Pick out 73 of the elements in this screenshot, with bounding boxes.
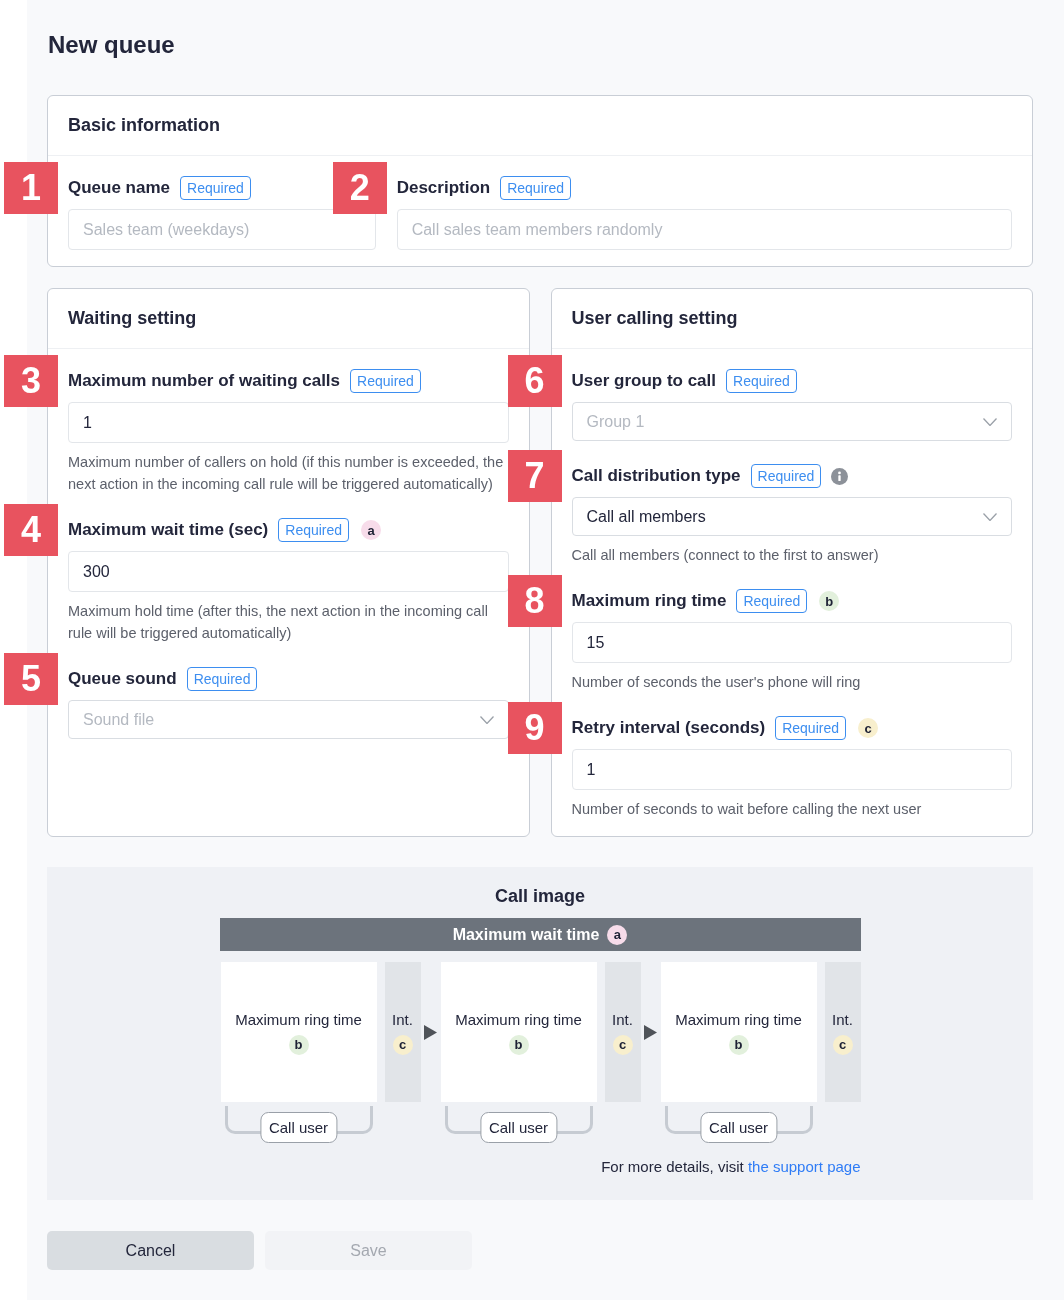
input-field[interactable]: 1	[68, 402, 509, 443]
required-tag: Required	[180, 176, 251, 200]
help-text: Call all members (connect to the first to answer)	[571, 546, 880, 565]
annotation-number: 1	[4, 162, 58, 214]
required-tag: Required	[736, 589, 808, 613]
annotation-number: 2	[332, 162, 387, 214]
triangle-arrow-icon	[423, 1024, 437, 1040]
required-tag: Required	[350, 369, 421, 393]
help-text: Maximum number of callers on hold (if this number is exceeded, the next action in the incoming call rule will be triggered automatically)	[68, 453, 505, 494]
annotation-number: 9	[507, 702, 562, 754]
help-text: Number of seconds the user's phone will ring	[571, 673, 862, 692]
required-tag: Required	[775, 716, 846, 740]
legend-marker: a	[361, 520, 382, 540]
legend-marker: b	[508, 1034, 529, 1055]
block-label: Int.	[832, 1009, 853, 1030]
legend-marker: b	[819, 591, 840, 611]
legend-marker: c	[858, 718, 878, 738]
annotation-number: 7	[507, 450, 562, 502]
support-link[interactable]: the support page	[747, 1158, 861, 1175]
section-title: User calling setting	[571, 307, 738, 330]
page-title: New queue	[48, 30, 176, 60]
input-field[interactable]: 1	[571, 749, 1012, 790]
triangle-arrow-icon	[643, 1024, 657, 1040]
field-label: Queue sound	[68, 668, 177, 691]
legend-marker: b	[728, 1034, 749, 1055]
required-tag: Required	[750, 464, 822, 488]
input-field[interactable]: Call sales team members randomly	[396, 209, 1012, 250]
chevron-down-icon	[983, 417, 997, 426]
dropdown-field[interactable]: Call all members	[571, 497, 1012, 536]
legend-marker: b	[288, 1034, 309, 1055]
chevron-down-icon	[983, 512, 997, 521]
input-field[interactable]: 15	[571, 622, 1012, 663]
field-label: Maximum wait time (sec)	[68, 519, 269, 542]
help-text: Maximum hold time (after this, the next action in the incoming call rule will be triggered automatically)	[68, 602, 489, 643]
support-text: For more details, visit the support page	[600, 1157, 861, 1177]
legend-marker: c	[392, 1034, 413, 1055]
required-tag: Required	[500, 176, 571, 200]
info-icon[interactable]	[831, 467, 849, 485]
required-tag: Required	[726, 369, 797, 393]
legend-marker: a	[607, 924, 628, 945]
call-user-tag: Call user	[699, 1112, 778, 1143]
field-label: Queue name	[68, 177, 171, 200]
call-user-tag: Call user	[259, 1112, 338, 1143]
block-label: Int.	[612, 1009, 633, 1030]
field-label: Retry interval (seconds)	[571, 717, 766, 740]
field-label: Call distribution type	[571, 465, 741, 488]
block-label: Maximum ring time	[235, 1009, 362, 1030]
legend-marker: c	[832, 1034, 853, 1055]
annotation-number: 5	[4, 653, 58, 705]
field-label: Maximum number of waiting calls	[68, 370, 341, 393]
annotation-number: 3	[4, 355, 58, 407]
input-field[interactable]: 300	[68, 551, 509, 592]
field-label: User group to call	[571, 370, 717, 393]
call-user-tag: Call user	[479, 1112, 558, 1143]
cancel-button[interactable]: Cancel	[47, 1231, 254, 1270]
block-label: Maximum ring time	[455, 1009, 582, 1030]
annotation-number: 8	[507, 575, 562, 627]
required-tag: Required	[186, 667, 258, 691]
chevron-down-icon	[479, 715, 494, 724]
help-text: Number of seconds to wait before calling the next user	[571, 800, 923, 819]
field-label: Description	[396, 177, 491, 200]
block-label: Maximum ring time	[675, 1009, 802, 1030]
diagram-title: Call image	[493, 885, 586, 907]
block-label: Int.	[392, 1009, 413, 1030]
field-label: Maximum ring time	[571, 590, 727, 613]
bar-label: Maximum wait time	[452, 924, 600, 945]
required-tag: Required	[278, 518, 350, 542]
annotation-number: 4	[4, 504, 58, 556]
legend-marker: c	[612, 1034, 633, 1055]
section-title: Waiting setting	[68, 307, 197, 330]
input-field[interactable]: Sales team (weekdays)	[68, 209, 376, 250]
section-title: Basic information	[68, 114, 221, 137]
annotation-number: 6	[507, 355, 562, 407]
